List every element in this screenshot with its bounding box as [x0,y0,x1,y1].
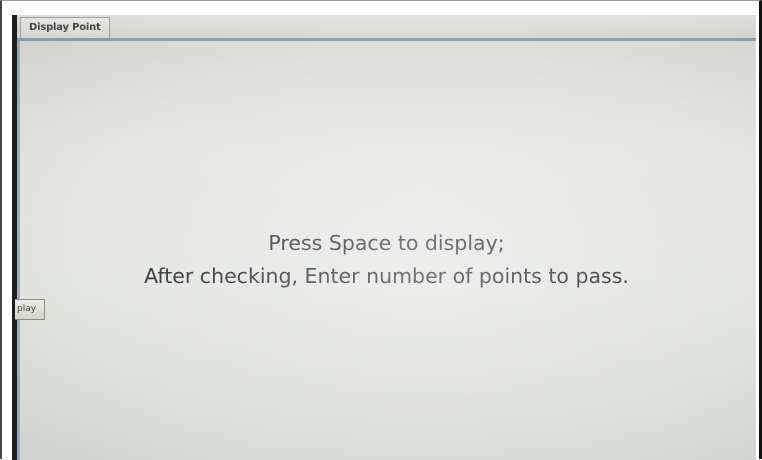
display-button[interactable]: play [15,299,45,320]
photo-frame: Display Point Press Space to display; Af… [0,0,762,460]
tab-strip: Display Point [17,15,756,39]
instruction-message: Press Space to display; After checking, … [17,227,756,293]
instruction-line-2: After checking, Enter number of points t… [144,264,629,288]
tab-display-point[interactable]: Display Point [20,17,110,38]
app-window: Display Point Press Space to display; Af… [17,15,756,460]
instruction-line-1: Press Space to display; [268,231,505,255]
